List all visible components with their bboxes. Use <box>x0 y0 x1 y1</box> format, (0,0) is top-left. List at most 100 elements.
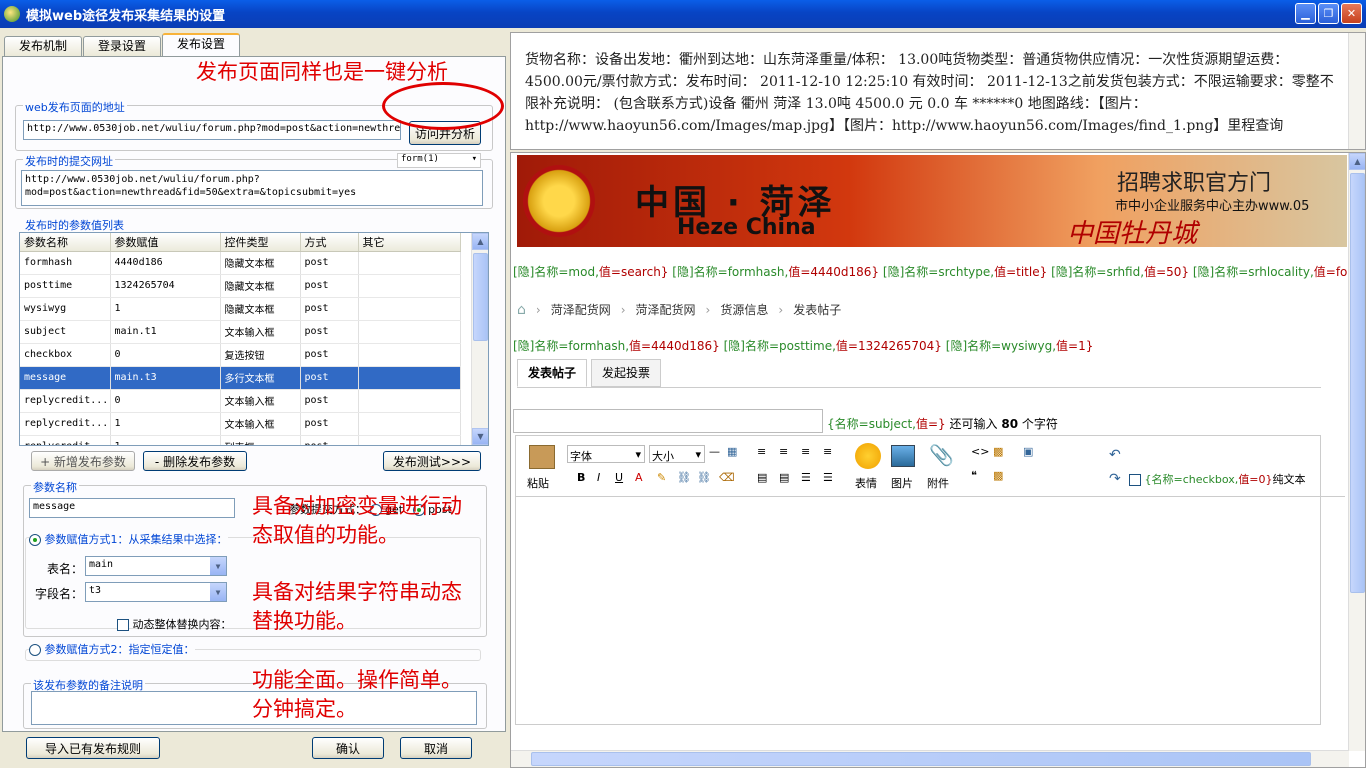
hr-icon[interactable]: — <box>709 445 720 458</box>
table-row[interactable]: replycredit... 1 文本输入框 post <box>20 412 461 436</box>
publish-test-button[interactable]: 发布测试>>> <box>383 451 481 471</box>
bold-icon[interactable]: B <box>577 471 585 484</box>
annotation-replace: 具备对结果字符串动态 替换功能。 <box>252 578 462 636</box>
param-name-label: 参数名称 <box>31 479 79 495</box>
emoji-label[interactable]: 表情 <box>855 475 877 491</box>
col-method[interactable]: 方式 <box>300 233 359 252</box>
undo-icon[interactable]: ↶ <box>1109 447 1121 463</box>
breadcrumb-item[interactable]: 菏泽配货网 <box>636 301 696 318</box>
table-row[interactable]: replycredit...1列表框post <box>20 435 461 445</box>
param-list-label: 发布时的参数值列表 <box>23 217 126 233</box>
quote-icon[interactable]: ❝ <box>971 469 977 482</box>
breadcrumb: ⌂ › 菏泽配货网 › 菏泽配货网 › 货源信息 › 发表帖子 <box>517 301 841 318</box>
image-label[interactable]: 图片 <box>891 475 913 491</box>
table-row[interactable]: wysiwyg 1 隐藏文本框 post <box>20 297 461 321</box>
hide-icon[interactable]: ▩ <box>993 445 1003 458</box>
param-name-input[interactable]: message <box>29 498 235 518</box>
confirm-button[interactable]: 确认 <box>312 737 384 759</box>
table-row[interactable]: posttime 1324265704 隐藏文本框 post <box>20 274 461 298</box>
float-right-icon[interactable]: ▤ <box>779 471 789 484</box>
tab-new-poll[interactable]: 发起投票 <box>591 359 662 387</box>
table-row[interactable]: replycredit... 0 文本输入框 post <box>20 389 461 413</box>
underline-icon[interactable]: U <box>615 471 623 484</box>
clear-format-icon[interactable]: ⌫ <box>719 471 735 484</box>
scroll-up-icon[interactable]: ▲ <box>472 233 488 250</box>
subject-input[interactable] <box>513 409 823 433</box>
cancel-button[interactable]: 取消 <box>400 737 472 759</box>
form-select[interactable]: form(1) ▾ <box>397 153 481 168</box>
tab-publish-settings[interactable]: 发布设置 <box>162 33 241 56</box>
cell: main.t1 <box>110 320 221 344</box>
maximize-button[interactable]: ❐ <box>1318 3 1339 24</box>
scroll-up-icon[interactable]: ▲ <box>1349 153 1365 170</box>
italic-icon[interactable]: I <box>597 471 600 484</box>
highlight-icon[interactable]: ✎ <box>657 471 666 484</box>
unordered-list-icon[interactable]: ☰ <box>823 471 833 484</box>
browser-vscroll[interactable]: ▲ <box>1348 153 1365 751</box>
import-rules-button[interactable]: 导入已有发布规则 <box>26 737 160 759</box>
banner-recruit: 招聘求职官方门 <box>1117 171 1272 196</box>
table-select[interactable]: main ▼ <box>85 556 227 576</box>
lock-icon[interactable]: ▩ <box>993 469 1003 482</box>
browser-hscroll[interactable] <box>511 750 1349 767</box>
add-param-button[interactable]: + 新增发布参数 <box>31 451 135 471</box>
col-param-name[interactable]: 参数名称 <box>20 233 111 252</box>
plaintext-checkbox[interactable] <box>1129 474 1141 486</box>
table-row[interactable]: subject main.t1 文本输入框 post <box>20 320 461 344</box>
float-left-icon[interactable]: ▤ <box>757 471 767 484</box>
breadcrumb-item[interactable]: 菏泽配货网 <box>551 301 611 318</box>
table-row-selected[interactable]: message main.t3 多行文本框 post <box>20 366 461 390</box>
scroll-down-icon[interactable]: ▼ <box>472 428 488 445</box>
table-icon[interactable]: ▦ <box>727 445 737 458</box>
link-icon[interactable]: ⛓ <box>677 471 691 484</box>
separator-icon: › <box>535 302 541 317</box>
scroll-thumb[interactable] <box>473 253 488 341</box>
attachment-icon[interactable]: 📎 <box>929 443 954 467</box>
col-param-value[interactable]: 参数赋值 <box>110 233 221 252</box>
publish-url-input[interactable]: http://www.0530job.net/wuliu/forum.php?m… <box>23 120 401 140</box>
cell: post <box>300 435 359 445</box>
ordered-list-icon[interactable]: ☰ <box>801 471 811 484</box>
redo-icon[interactable]: ↷ <box>1109 471 1121 487</box>
align-center-icon[interactable]: ≡ <box>779 445 788 458</box>
minimize-button[interactable]: ▁ <box>1295 3 1316 24</box>
source-icon[interactable]: ▣ <box>1023 445 1033 458</box>
breadcrumb-item[interactable]: 货源信息 <box>720 301 768 318</box>
col-control-type[interactable]: 控件类型 <box>220 233 301 252</box>
font-select[interactable]: 字体 ▾ <box>567 445 645 463</box>
unlink-icon[interactable]: ⛓ <box>697 471 711 484</box>
align-left-icon[interactable]: ≡ <box>757 445 766 458</box>
browser-hscroll-thumb[interactable] <box>531 752 1311 766</box>
align-right-icon[interactable]: ≡ <box>801 445 810 458</box>
hidden-key: [隐]名称=srhfid, <box>1051 265 1145 279</box>
home-icon[interactable]: ⌂ <box>517 302 526 318</box>
cell: 文本输入框 <box>220 320 301 344</box>
size-select[interactable]: 大小 ▾ <box>649 445 705 463</box>
delete-param-button[interactable]: - 删除发布参数 <box>143 451 247 471</box>
mode2-radio[interactable] <box>29 644 41 656</box>
cell <box>358 297 461 321</box>
code-icon[interactable]: <> <box>971 445 989 458</box>
align-justify-icon[interactable]: ≡ <box>823 445 832 458</box>
emoji-icon[interactable] <box>855 443 881 469</box>
image-icon[interactable] <box>891 445 915 467</box>
table-row[interactable]: formhash 4440d186 隐藏文本框 post <box>20 251 461 275</box>
field-select[interactable]: t3 ▼ <box>85 582 227 602</box>
cell: posttime <box>20 274 111 298</box>
info-scrollbar[interactable] <box>1348 33 1365 149</box>
submit-url-field[interactable]: http://www.0530job.net/wuliu/forum.php? m… <box>21 170 483 206</box>
tab-login-settings[interactable]: 登录设置 <box>83 36 162 56</box>
mode1-radio[interactable] <box>29 534 41 546</box>
attachment-label[interactable]: 附件 <box>927 475 949 491</box>
tab-new-post[interactable]: 发表帖子 <box>517 359 588 387</box>
browser-vscroll-thumb[interactable] <box>1350 173 1365 593</box>
font-color-icon[interactable]: A <box>635 471 643 484</box>
paste-label[interactable]: 粘贴 <box>527 475 549 491</box>
col-other[interactable]: 其它 <box>358 233 461 252</box>
close-button[interactable]: ✕ <box>1341 3 1362 24</box>
dynamic-replace-checkbox[interactable] <box>117 619 129 631</box>
tab-publish-mechanism[interactable]: 发布机制 <box>4 36 83 56</box>
table-row[interactable]: checkbox 0 复选按钮 post <box>20 343 461 367</box>
param-table-scrollbar[interactable]: ▲ ▼ <box>471 233 488 445</box>
paste-icon[interactable] <box>529 445 555 469</box>
